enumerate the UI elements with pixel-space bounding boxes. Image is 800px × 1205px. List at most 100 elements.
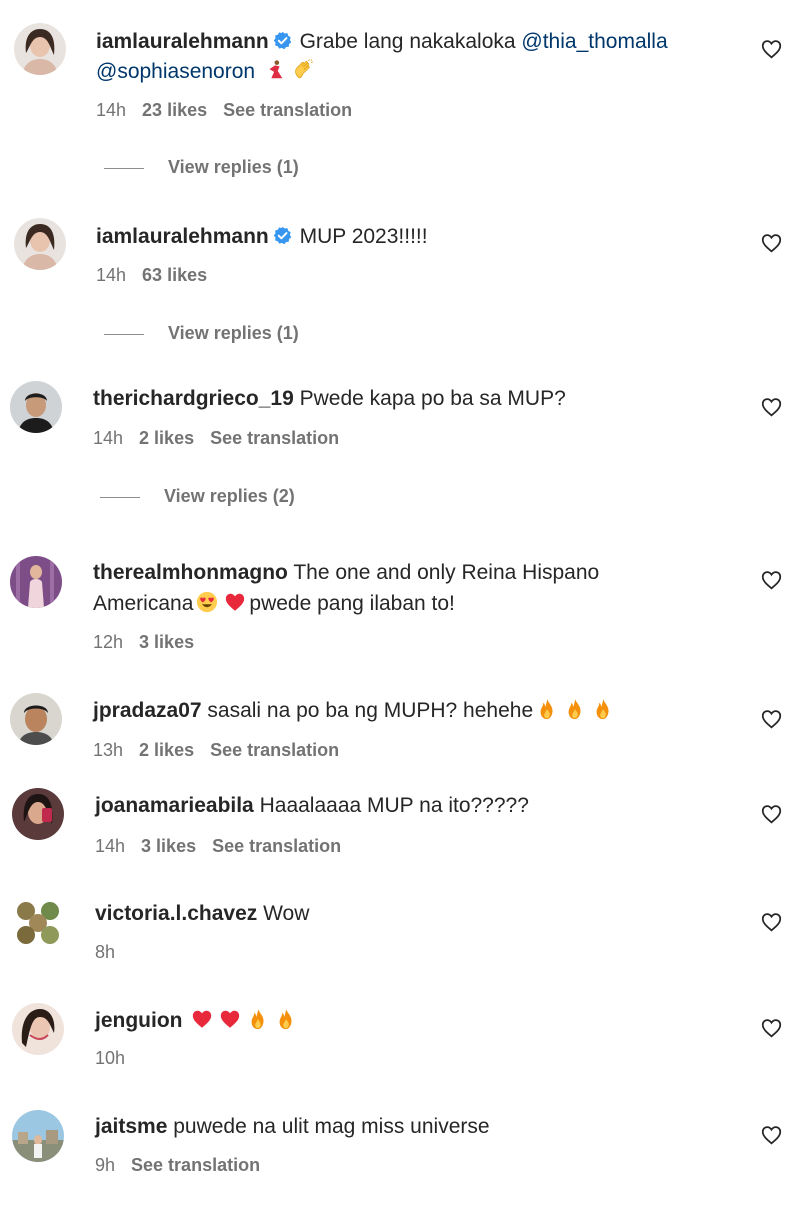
- view-replies-label: View replies (1): [168, 157, 299, 177]
- mention-link[interactable]: @sophiasenoron: [96, 60, 255, 83]
- comment-meta: 12h 3 likes: [93, 632, 194, 653]
- timestamp[interactable]: 14h: [96, 265, 126, 285]
- comment-meta: 14h 3 likes See translation: [95, 836, 341, 857]
- username-link[interactable]: jaitsme: [95, 1115, 167, 1138]
- clap-emoji-icon: [292, 59, 314, 81]
- see-translation-button[interactable]: See translation: [210, 740, 339, 760]
- username-link[interactable]: iamlauralehmann: [96, 30, 269, 53]
- like-heart-icon[interactable]: [761, 912, 782, 932]
- comment-text: Americana: [93, 592, 194, 615]
- fire-emoji-icon: [247, 1008, 269, 1030]
- fire-emoji-icon: [536, 698, 558, 720]
- comment-meta: 9h See translation: [95, 1155, 260, 1176]
- avatar[interactable]: [10, 693, 62, 745]
- comment-text: Haaalaaaa MUP na ito?????: [259, 794, 529, 817]
- avatar[interactable]: [12, 1110, 64, 1162]
- like-heart-icon[interactable]: [761, 1018, 782, 1038]
- comment-line: therichardgrieco_19 Pwede kapa po ba sa …: [93, 383, 566, 414]
- like-heart-icon[interactable]: [761, 397, 782, 417]
- timestamp[interactable]: 14h: [93, 428, 123, 448]
- username-link[interactable]: jpradaza07: [93, 699, 202, 722]
- comment-line: joanamarieabila Haaalaaaa MUP na ito????…: [95, 790, 529, 821]
- comment-meta: 14h 23 likes See translation: [96, 100, 352, 121]
- red-heart-emoji-icon: [219, 1008, 241, 1030]
- view-replies-button[interactable]: View replies (2): [100, 486, 295, 507]
- view-replies-label: View replies (1): [168, 323, 299, 343]
- like-heart-icon[interactable]: [761, 233, 782, 253]
- verified-badge-icon: [273, 31, 292, 50]
- view-replies-button[interactable]: View replies (1): [104, 323, 299, 344]
- comment-meta: 10h: [95, 1048, 125, 1069]
- like-heart-icon[interactable]: [761, 39, 782, 59]
- username-link[interactable]: therichardgrieco_19: [93, 387, 294, 410]
- replies-divider: [104, 333, 144, 335]
- avatar[interactable]: [10, 556, 62, 608]
- likes-count[interactable]: 63 likes: [142, 265, 207, 285]
- red-heart-emoji-icon: [224, 591, 246, 613]
- avatar[interactable]: [14, 23, 66, 75]
- comment-text: Grabe lang nakakaloka: [299, 30, 516, 53]
- like-heart-icon[interactable]: [761, 570, 782, 590]
- comment-line: jenguion: [95, 1005, 300, 1036]
- comment-text: The one and only Reina Hispano: [293, 561, 600, 584]
- comment-text: MUP 2023!!!!!: [299, 225, 428, 248]
- comment-text: sasali na po ba ng MUPH? hehehe: [207, 699, 534, 722]
- heart-eyes-emoji-icon: [196, 591, 218, 613]
- comment-text: puwede na ulit mag miss universe: [173, 1115, 490, 1138]
- comment-line: therealmhonmagno The one and only Reina …: [93, 557, 599, 588]
- comment-line: iamlauralehmann MUP 2023!!!!!: [96, 221, 428, 252]
- comment-meta: 14h 2 likes See translation: [93, 428, 339, 449]
- username-link[interactable]: iamlauralehmann: [96, 225, 269, 248]
- username-link[interactable]: jenguion: [95, 1009, 183, 1032]
- username-link[interactable]: victoria.l.chavez: [95, 902, 257, 925]
- timestamp[interactable]: 14h: [95, 836, 125, 856]
- timestamp[interactable]: 12h: [93, 632, 123, 652]
- replies-divider: [104, 167, 144, 169]
- see-translation-button[interactable]: See translation: [223, 100, 352, 120]
- mention-link[interactable]: @thia_thomalla: [521, 30, 667, 53]
- see-translation-button[interactable]: See translation: [210, 428, 339, 448]
- comment-line: jaitsme puwede na ulit mag miss universe: [95, 1111, 490, 1142]
- comment-line: jpradaza07 sasali na po ba ng MUPH? hehe…: [93, 695, 617, 726]
- dancer-emoji-icon: [264, 59, 286, 81]
- comment-line: Americana pwede pang ilaban to!: [93, 588, 455, 619]
- comment-meta: 8h: [95, 942, 115, 963]
- verified-badge-icon: [273, 226, 292, 245]
- see-translation-button[interactable]: See translation: [131, 1155, 260, 1175]
- comment-line: victoria.l.chavez Wow: [95, 898, 309, 929]
- like-heart-icon[interactable]: [761, 804, 782, 824]
- likes-count[interactable]: 2 likes: [139, 740, 194, 760]
- see-translation-button[interactable]: See translation: [212, 836, 341, 856]
- like-heart-icon[interactable]: [761, 709, 782, 729]
- likes-count[interactable]: 23 likes: [142, 100, 207, 120]
- view-replies-label: View replies (2): [164, 486, 295, 506]
- comment-text: Pwede kapa po ba sa MUP?: [299, 387, 566, 410]
- comment-text: pwede pang ilaban to!: [249, 592, 455, 615]
- timestamp[interactable]: 14h: [96, 100, 126, 120]
- timestamp[interactable]: 9h: [95, 1155, 115, 1175]
- avatar[interactable]: [12, 1003, 64, 1055]
- username-link[interactable]: therealmhonmagno: [93, 561, 288, 584]
- timestamp[interactable]: 10h: [95, 1048, 125, 1068]
- comment-meta: 14h 63 likes: [96, 265, 207, 286]
- like-heart-icon[interactable]: [761, 1125, 782, 1145]
- avatar[interactable]: [12, 788, 64, 840]
- avatar[interactable]: [12, 897, 64, 949]
- likes-count[interactable]: 3 likes: [139, 632, 194, 652]
- red-heart-emoji-icon: [191, 1008, 213, 1030]
- comment-line: @sophiasenoron: [96, 56, 317, 87]
- timestamp[interactable]: 8h: [95, 942, 115, 962]
- comment-text: Wow: [263, 902, 310, 925]
- fire-emoji-icon: [275, 1008, 297, 1030]
- comment-meta: 13h 2 likes See translation: [93, 740, 339, 761]
- username-link[interactable]: joanamarieabila: [95, 794, 254, 817]
- view-replies-button[interactable]: View replies (1): [104, 157, 299, 178]
- avatar[interactable]: [10, 381, 62, 433]
- comment-line: iamlauralehmann Grabe lang nakakaloka @t…: [96, 26, 668, 57]
- fire-emoji-icon: [564, 698, 586, 720]
- replies-divider: [100, 496, 140, 498]
- likes-count[interactable]: 2 likes: [139, 428, 194, 448]
- likes-count[interactable]: 3 likes: [141, 836, 196, 856]
- avatar[interactable]: [14, 218, 66, 270]
- timestamp[interactable]: 13h: [93, 740, 123, 760]
